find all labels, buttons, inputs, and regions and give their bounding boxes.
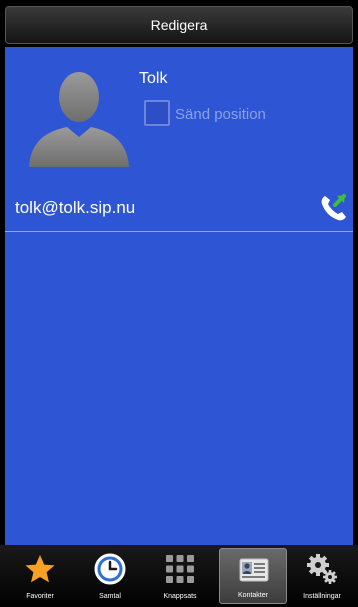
tab-knappsats[interactable]: Knappsats bbox=[146, 548, 214, 604]
tab-label: Inställningar bbox=[303, 593, 341, 600]
header: Redigera bbox=[0, 0, 358, 50]
tab-label: Samtal bbox=[99, 593, 121, 600]
contact-name[interactable]: Tolk bbox=[139, 70, 167, 88]
title-bar: Redigera bbox=[5, 6, 353, 44]
send-position-checkbox[interactable] bbox=[144, 100, 170, 126]
tab-installningar[interactable]: Inställningar bbox=[288, 548, 356, 604]
tab-label: Kontakter bbox=[238, 592, 268, 599]
tab-favoriter[interactable]: Favoriter bbox=[6, 548, 74, 604]
page-title: Redigera bbox=[150, 17, 208, 33]
tab-kontakter[interactable]: Kontakter bbox=[219, 548, 287, 604]
tab-samtal[interactable]: Samtal bbox=[76, 548, 144, 604]
gears-icon bbox=[307, 554, 337, 584]
sip-address[interactable]: tolk@tolk.sip.nu bbox=[15, 198, 135, 218]
contact-card-icon bbox=[239, 558, 269, 582]
tab-bar: Favoriter Samtal Knappsats Kontakter Ins… bbox=[0, 545, 358, 607]
star-icon bbox=[25, 555, 55, 583]
send-position-label[interactable]: Sänd position bbox=[175, 106, 266, 123]
clock-icon bbox=[94, 553, 126, 585]
tab-label: Knappsats bbox=[163, 593, 197, 600]
divider bbox=[5, 231, 353, 232]
contact-edit-panel: Tolk Sänd position tolk@tolk.sip.nu bbox=[5, 47, 353, 545]
tab-label: Favoriter bbox=[26, 593, 54, 600]
avatar-icon[interactable] bbox=[27, 67, 131, 167]
call-icon[interactable] bbox=[319, 192, 349, 222]
keypad-icon bbox=[166, 555, 194, 583]
